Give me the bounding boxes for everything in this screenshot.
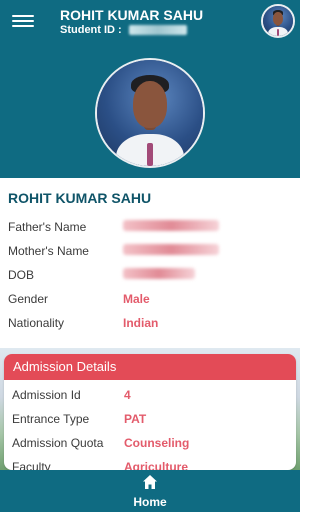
profile-header: ROHIT KUMAR SAHU Student ID :	[0, 0, 300, 178]
detail-value-redacted	[123, 220, 219, 234]
detail-value: Indian	[123, 316, 159, 330]
detail-row-mothers-name: Mother's Name	[8, 244, 298, 268]
admission-value: Counseling	[124, 436, 190, 450]
detail-row-gender: Gender Male	[8, 292, 298, 316]
student-id-label: Student ID :	[60, 24, 122, 36]
admission-row-faculty: Faculty Agriculture	[12, 460, 296, 470]
detail-row-fathers-name: Father's Name	[8, 220, 298, 244]
hamburger-menu-icon[interactable]	[12, 12, 34, 32]
avatar-portrait	[263, 6, 293, 36]
detail-label: Mother's Name	[8, 244, 89, 258]
home-label: Home	[133, 495, 167, 509]
admission-label: Entrance Type	[12, 412, 90, 426]
student-id-redacted	[128, 25, 187, 36]
admission-label: Admission Id	[12, 388, 81, 402]
profile-photo	[95, 58, 205, 168]
detail-value: Male	[123, 292, 150, 306]
admission-row-quota: Admission Quota Counseling	[12, 436, 296, 460]
home-icon	[143, 475, 157, 489]
admission-value: Agriculture	[124, 460, 189, 470]
admission-row-entrance-type: Entrance Type PAT	[12, 412, 296, 436]
admission-row-id: Admission Id 4	[12, 388, 296, 412]
header-student-name: ROHIT KUMAR SAHU	[60, 7, 204, 23]
student-name: ROHIT KUMAR SAHU	[8, 190, 152, 206]
detail-label: DOB	[8, 268, 35, 282]
detail-row-nationality: Nationality Indian	[8, 316, 298, 340]
admission-details-title: Admission Details	[4, 354, 296, 380]
admission-details-card: Admission Details Admission Id 4 Entranc…	[4, 354, 296, 470]
detail-value-redacted	[123, 244, 219, 258]
detail-value-redacted	[123, 268, 195, 282]
admission-section: Admission Details Admission Id 4 Entranc…	[0, 348, 300, 470]
student-id: Student ID :	[60, 24, 187, 36]
detail-label: Nationality	[8, 316, 65, 330]
detail-label: Gender	[8, 292, 49, 306]
detail-row-dob: DOB	[8, 268, 298, 292]
avatar[interactable]	[261, 4, 295, 38]
admission-value: PAT	[124, 412, 147, 426]
profile-portrait	[97, 60, 203, 166]
admission-details-list: Admission Id 4 Entrance Type PAT Admissi…	[12, 388, 296, 470]
detail-label: Father's Name	[8, 220, 87, 234]
bottom-navigation: Home	[0, 470, 300, 512]
admission-label: Faculty	[12, 460, 51, 470]
admission-value: 4	[124, 388, 131, 402]
home-button[interactable]: Home	[116, 472, 184, 510]
personal-details-list: Father's Name Mother's Name DOB Gender M…	[8, 220, 298, 340]
admission-label: Admission Quota	[12, 436, 104, 450]
personal-details-card: ROHIT KUMAR SAHU Father's Name Mother's …	[0, 178, 300, 348]
